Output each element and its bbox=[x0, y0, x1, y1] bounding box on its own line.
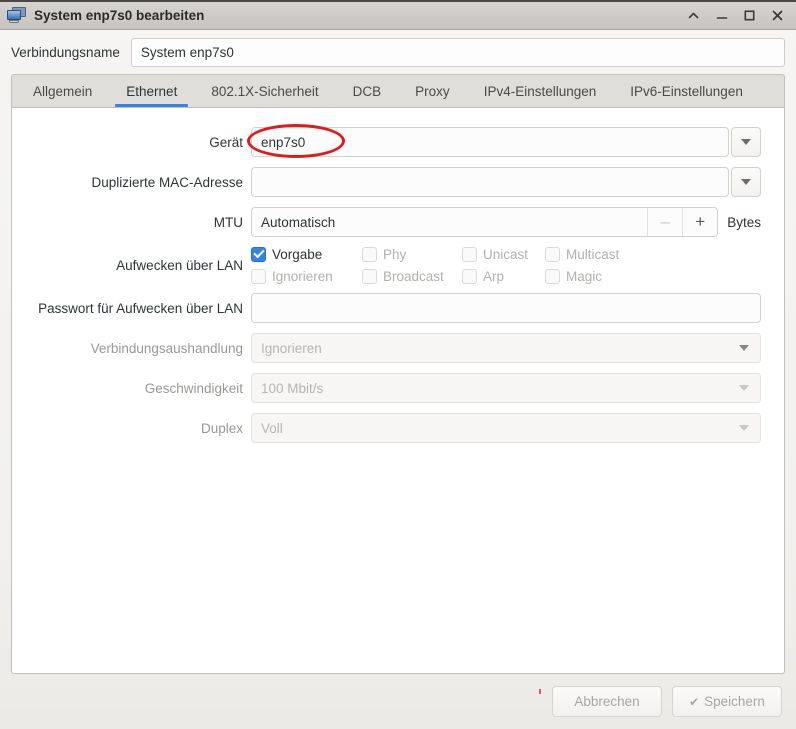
speed-label: Geschwindigkeit bbox=[144, 380, 243, 396]
mtu-label: MTU bbox=[213, 214, 243, 230]
checkbox-indicator bbox=[362, 246, 377, 262]
device-dropdown-button[interactable] bbox=[731, 127, 761, 157]
connection-name-input[interactable] bbox=[130, 38, 785, 67]
speed-value: 100 Mbit/s bbox=[261, 380, 324, 396]
speed-field-area: 100 Mbit/s bbox=[251, 373, 784, 403]
wol-password-input[interactable] bbox=[251, 293, 761, 323]
wake-on-lan-checkbox-grid: Vorgabe Phy Unicast Multicast Ignorieren… bbox=[251, 243, 761, 287]
chevron-down-icon bbox=[739, 345, 749, 351]
wol-label-vorgabe: Vorgabe bbox=[272, 246, 323, 262]
wol-checkbox-ignorieren[interactable]: Ignorieren bbox=[251, 268, 362, 284]
maximize-window-button[interactable] bbox=[742, 7, 757, 25]
wol-label-ignorieren: Ignorieren bbox=[272, 268, 333, 284]
device-field-area: enp7s0 bbox=[251, 127, 784, 157]
duplex-field-area: Voll bbox=[251, 413, 784, 443]
checkbox-indicator bbox=[251, 268, 266, 284]
device-label: Gerät bbox=[209, 134, 243, 150]
mtu-field-area: Automatisch – + Bytes bbox=[251, 207, 784, 237]
wol-label-magic: Magic bbox=[566, 268, 603, 284]
wol-checkbox-vorgabe[interactable]: Vorgabe bbox=[251, 246, 362, 262]
wol-password-field-area bbox=[251, 293, 784, 323]
device-row: Gerät enp7s0 bbox=[12, 122, 784, 162]
wol-label-unicast: Unicast bbox=[483, 246, 529, 262]
speed-row: Geschwindigkeit 100 Mbit/s bbox=[12, 368, 784, 408]
wol-password-row: Passwort für Aufwecken über LAN bbox=[12, 288, 784, 328]
tab-ethernet[interactable]: Ethernet bbox=[109, 75, 194, 107]
connection-name-row: Verbindungsname bbox=[0, 30, 796, 74]
mtu-spinner: Automatisch – + bbox=[251, 207, 719, 237]
wol-password-label: Passwort für Aufwecken über LAN bbox=[38, 300, 243, 316]
edit-connection-dialog: System enp7s0 bearbeiten Verbindungsname… bbox=[0, 0, 796, 729]
duplex-value: Voll bbox=[261, 420, 283, 436]
save-button-label: Speichern bbox=[704, 694, 765, 709]
link-negotiation-select[interactable]: Ignorieren bbox=[251, 333, 761, 363]
device-input[interactable]: enp7s0 bbox=[251, 127, 729, 157]
window-controls bbox=[686, 7, 790, 25]
tab-dcb[interactable]: DCB bbox=[336, 75, 399, 107]
minimize-window-button[interactable] bbox=[714, 7, 729, 25]
tab-allgemein[interactable]: Allgemein bbox=[16, 75, 109, 107]
chevron-down-icon bbox=[739, 385, 749, 391]
wol-checkbox-phy[interactable]: Phy bbox=[362, 246, 462, 262]
cloned-mac-input[interactable] bbox=[251, 167, 729, 197]
wol-label-multicast: Multicast bbox=[566, 246, 620, 262]
checkbox-indicator bbox=[545, 246, 560, 262]
checkbox-indicator bbox=[362, 268, 377, 284]
mtu-input[interactable]: Automatisch bbox=[252, 208, 647, 236]
checkbox-indicator bbox=[545, 268, 560, 284]
mtu-unit-label: Bytes bbox=[727, 214, 761, 230]
chevron-down-icon bbox=[739, 425, 749, 431]
ethernet-settings-panel: Gerät enp7s0 Duplizierte MAC-Adresse MTU bbox=[11, 107, 785, 694]
speed-select[interactable]: 100 Mbit/s bbox=[251, 373, 761, 403]
chevron-down-icon bbox=[741, 139, 751, 145]
tab-ipv4-einstellungen[interactable]: IPv4-Einstellungen bbox=[467, 75, 614, 107]
tab-8021x-sicherheit[interactable]: 802.1X-Sicherheit bbox=[194, 75, 335, 107]
checkbox-indicator bbox=[462, 246, 477, 262]
cancel-button[interactable]: Abbrechen bbox=[552, 686, 662, 717]
duplex-select[interactable]: Voll bbox=[251, 413, 761, 443]
mtu-decrement-button[interactable]: – bbox=[647, 208, 683, 236]
cloned-mac-label: Duplizierte MAC-Adresse bbox=[91, 174, 243, 190]
wake-on-lan-field-area: Vorgabe Phy Unicast Multicast Ignorieren… bbox=[251, 243, 784, 287]
mtu-increment-button[interactable]: + bbox=[682, 208, 718, 236]
link-negotiation-label: Verbindungsaushandlung bbox=[90, 340, 243, 356]
wol-checkbox-arp[interactable]: Arp bbox=[462, 268, 545, 284]
cloned-mac-dropdown-button[interactable] bbox=[731, 167, 761, 197]
cloned-mac-field-area bbox=[251, 167, 784, 197]
dialog-footer: Abbrechen ✔ Speichern bbox=[0, 674, 796, 729]
wol-checkbox-multicast[interactable]: Multicast bbox=[545, 246, 665, 262]
check-icon: ✔ bbox=[689, 694, 700, 709]
tab-proxy[interactable]: Proxy bbox=[398, 75, 467, 107]
cloned-mac-row: Duplizierte MAC-Adresse bbox=[12, 162, 784, 202]
close-window-button[interactable] bbox=[770, 7, 785, 25]
wol-checkbox-magic[interactable]: Magic bbox=[545, 268, 665, 284]
window-title: System enp7s0 bearbeiten bbox=[34, 8, 205, 23]
network-monitors-icon bbox=[7, 6, 27, 25]
checkbox-indicator bbox=[462, 268, 477, 284]
wol-label-arp: Arp bbox=[483, 268, 505, 284]
wake-on-lan-label: Aufwecken über LAN bbox=[116, 257, 243, 273]
link-negotiation-row: Verbindungsaushandlung Ignorieren bbox=[12, 328, 784, 368]
tab-ipv6-einstellungen[interactable]: IPv6-Einstellungen bbox=[613, 75, 760, 107]
link-negotiation-field-area: Ignorieren bbox=[251, 333, 784, 363]
wol-checkbox-unicast[interactable]: Unicast bbox=[462, 246, 545, 262]
wol-label-phy: Phy bbox=[383, 246, 407, 262]
settings-tabbar: Allgemein Ethernet 802.1X-Sicherheit DCB… bbox=[11, 74, 785, 107]
connection-name-label: Verbindungsname bbox=[11, 45, 120, 60]
wol-checkbox-broadcast[interactable]: Broadcast bbox=[362, 268, 462, 284]
duplex-label: Duplex bbox=[200, 420, 243, 436]
window-titlebar: System enp7s0 bearbeiten bbox=[0, 0, 796, 30]
checkbox-indicator bbox=[251, 246, 266, 262]
duplex-row: Duplex Voll bbox=[12, 408, 784, 448]
wake-on-lan-row: Aufwecken über LAN Vorgabe Phy Unicast M… bbox=[12, 242, 784, 288]
save-button[interactable]: ✔ Speichern bbox=[672, 686, 782, 717]
shade-window-button[interactable] bbox=[686, 7, 701, 25]
mtu-row: MTU Automatisch – + Bytes bbox=[12, 202, 784, 242]
wol-label-broadcast: Broadcast bbox=[383, 268, 444, 284]
chevron-down-icon bbox=[741, 179, 751, 185]
link-negotiation-value: Ignorieren bbox=[261, 340, 322, 356]
